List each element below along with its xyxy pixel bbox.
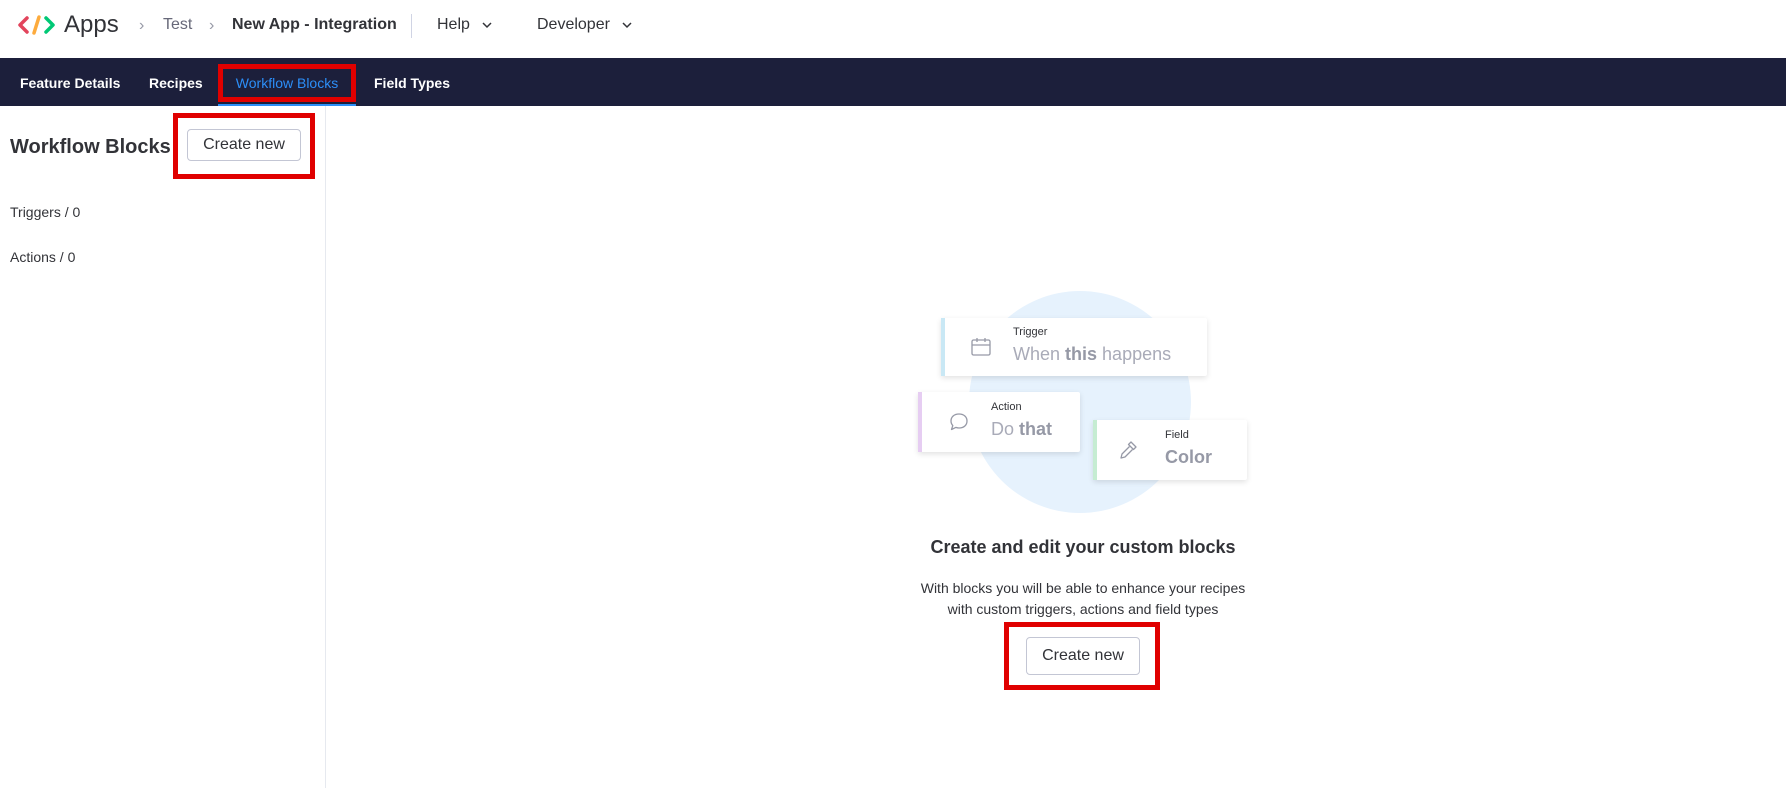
action-text: Do that [991, 419, 1053, 439]
top-header: Apps › Test › New App - Integration Help… [0, 0, 1786, 58]
tab-feature-details[interactable]: Feature Details [20, 58, 120, 106]
field-card: Field Color [1093, 420, 1247, 480]
developer-menu-label: Developer [537, 16, 610, 33]
action-caption: Action [991, 401, 1022, 413]
breadcrumb-test[interactable]: Test [163, 16, 192, 34]
header-divider [411, 14, 412, 38]
color-picker-icon [1120, 441, 1137, 459]
sidebar-item-actions[interactable]: Actions / 0 [10, 249, 75, 265]
trigger-caption: Trigger [1013, 326, 1048, 338]
sidebar-create-new-button[interactable]: Create new [187, 129, 301, 161]
chevron-down-icon [622, 22, 632, 29]
breadcrumb-current: New App - Integration [232, 16, 397, 33]
breadcrumb-separator-icon: › [209, 17, 215, 34]
empty-state-title: Create and edit your custom blocks [930, 537, 1236, 557]
empty-state-description-line: With blocks you will be able to enhance … [920, 580, 1246, 596]
empty-state-description-line: with custom triggers, actions and field … [947, 601, 1219, 617]
field-caption: Field [1165, 429, 1189, 441]
action-card: Action Do that [918, 392, 1080, 452]
action-stripe [918, 392, 922, 452]
tab-recipes[interactable]: Recipes [149, 58, 203, 106]
trigger-card: Trigger When this happens [941, 318, 1207, 376]
sidebar: Workflow Blocks Create new Triggers / 0 … [0, 106, 326, 788]
tab-workflow-blocks[interactable]: Workflow Blocks [218, 58, 356, 106]
trigger-text: When this happens [1013, 344, 1172, 364]
developer-menu[interactable]: Developer [537, 16, 634, 34]
app-name[interactable]: Apps [64, 11, 119, 39]
sidebar-item-triggers[interactable]: Triggers / 0 [10, 204, 80, 220]
breadcrumb-separator-icon: › [139, 17, 145, 34]
chat-bubble-icon [950, 413, 968, 431]
main-create-new-button[interactable]: Create new [1026, 637, 1140, 675]
sidebar-title: Workflow Blocks [10, 136, 171, 158]
chevron-down-icon [482, 22, 492, 29]
calendar-icon [971, 338, 991, 356]
field-stripe [1093, 420, 1097, 480]
help-menu[interactable]: Help [437, 16, 494, 34]
trigger-stripe [941, 318, 945, 376]
help-menu-label: Help [437, 16, 470, 33]
field-text: Color [1165, 447, 1212, 467]
apps-logo-icon[interactable] [18, 14, 56, 36]
tab-field-types[interactable]: Field Types [374, 58, 450, 106]
empty-state-description: With blocks you will be able to enhance … [900, 578, 1266, 620]
feature-tabs-bar: Feature Details Recipes Workflow Blocks … [0, 58, 1786, 106]
